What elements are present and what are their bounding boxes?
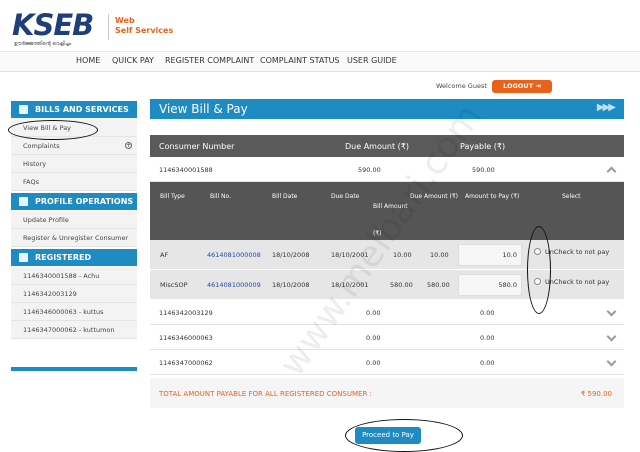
payable-amount: 0.00 <box>480 309 495 317</box>
page-title: View Bill & Pay <box>150 99 624 119</box>
col-bill-no: Bill No. <box>210 193 231 200</box>
expand-icon[interactable] <box>606 356 617 367</box>
scroll-arrows-icon: ▶▶▶ <box>596 102 616 113</box>
complaints-label: Complaints <box>23 142 60 150</box>
payable-amount: 0.00 <box>480 334 495 342</box>
consumer-row[interactable]: 1146342003129 0.00 0.00 <box>150 300 624 325</box>
bill-date: 18/10/2008 <box>272 281 310 289</box>
checkbox-label: UnCheck to not pay <box>545 248 610 256</box>
col-consumer-number: Consumer Number <box>159 142 235 151</box>
nav-complaint-status[interactable]: COMPLAINT STATUS <box>260 56 340 65</box>
product-name: Web Self Services <box>115 16 195 36</box>
total-bar: TOTAL AMOUNT PAYABLE FOR ALL REGISTERED … <box>150 378 624 408</box>
col-bill-type: Bill Type <box>160 193 185 200</box>
logout-icon: ⇥ <box>535 82 541 90</box>
sidebar-item-faqs[interactable]: FAQs <box>11 173 137 191</box>
sidebar-footer-bar <box>11 367 137 371</box>
expand-icon[interactable] <box>606 331 617 342</box>
bill-row: MiscSOP 4614081000009 18/10/2008 18/10/2… <box>150 270 624 300</box>
consumer-row[interactable]: 1146347000062 0.00 0.00 <box>150 350 624 375</box>
sidebar-header-bills: BILLS AND SERVICES <box>11 101 137 118</box>
amount-to-pay-input[interactable]: 580.0 <box>458 274 522 296</box>
bill-type: AF <box>160 251 169 259</box>
product-line1: Web <box>115 16 135 25</box>
annotation-oval <box>527 226 551 314</box>
col-bill-date: Bill Date <box>272 193 298 200</box>
bill-number-link[interactable]: 4614081000008 <box>207 251 261 259</box>
col-amount-to-pay: Amount to Pay (₹) <box>465 193 520 200</box>
due-amount: 590.00 <box>358 166 381 174</box>
profile-icon <box>19 197 28 206</box>
due-amount: 0.00 <box>366 334 381 342</box>
expand-icon[interactable] <box>606 306 617 317</box>
total-label: TOTAL AMOUNT PAYABLE FOR ALL REGISTERED … <box>159 390 372 398</box>
bill-date: 18/10/2008 <box>272 251 310 259</box>
consumer-row[interactable]: 1146340001588 590.00 590.00 <box>150 157 624 182</box>
sidebar-header-consumers: REGISTERED CONSUMERS <box>11 249 137 279</box>
logout-label: LOGOUT <box>503 82 534 90</box>
col-select: Select <box>562 193 581 200</box>
bill-number-link[interactable]: 4614081000009 <box>207 281 261 289</box>
payable-amount: 0.00 <box>480 359 495 367</box>
bills-header-label: BILLS AND SERVICES <box>35 105 129 114</box>
payable-amount: 590.00 <box>472 166 495 174</box>
col-due-amount: Due Amount (₹) <box>345 142 410 151</box>
site-header <box>0 0 640 52</box>
welcome-text: Welcome Guest <box>436 82 487 90</box>
sidebar-consumer-3[interactable]: 1146346000063 - kuttus <box>11 303 137 321</box>
bill-amount: 580.00 <box>390 281 413 289</box>
total-value: ₹ 590.00 <box>580 390 612 398</box>
sidebar-item-complaints[interactable]: Complaints + <box>11 137 137 155</box>
profile-header-label: PROFILE OPERATIONS <box>35 197 134 206</box>
consumer-table-header: Consumer Number Due Amount (₹) Payable (… <box>150 135 624 157</box>
checkbox-label: UnCheck to not pay <box>545 278 610 286</box>
kseb-logo[interactable]: KSEB <box>12 8 94 42</box>
nav-quick-pay[interactable]: QUICK PAY <box>112 56 154 65</box>
users-icon <box>19 253 28 262</box>
sidebar-consumer-2[interactable]: 1146342003129 <box>11 285 137 303</box>
due-amount: 0.00 <box>366 309 381 317</box>
consumer-number: 1146342003129 <box>159 309 213 317</box>
bills-icon <box>19 105 28 114</box>
consumer-number: 1146347000062 <box>159 359 213 367</box>
expand-icon[interactable]: + <box>125 142 132 149</box>
bill-type: MiscSOP <box>160 281 188 289</box>
consumer-number: 1146340001588 <box>159 166 213 174</box>
nav-register-complaint[interactable]: REGISTER COMPLAINT <box>165 56 254 65</box>
logo-tagline: ഊർജ്ജത്തിന്റെ വെളിച്ചം <box>14 41 72 47</box>
nav-home[interactable]: HOME <box>76 56 100 65</box>
due-amount: 0.00 <box>366 359 381 367</box>
sidebar-consumer-4[interactable]: 1146347000062 - kuttumon <box>11 321 137 339</box>
consumer-row[interactable]: 1146346000063 0.00 0.00 <box>150 325 624 350</box>
logo-divider <box>108 14 109 40</box>
sidebar-header-profile: PROFILE OPERATIONS <box>11 193 137 210</box>
annotation-oval <box>345 419 463 452</box>
sidebar-item-register-consumer[interactable]: Register & Unregister Consumer <box>11 229 137 247</box>
logout-button[interactable]: LOGOUT ⇥ <box>492 80 552 93</box>
product-line2: Self Services <box>115 26 174 35</box>
bill-due-amount: 10.00 <box>430 251 449 259</box>
bill-due-amount: 580.00 <box>427 281 450 289</box>
nav-user-guide[interactable]: USER GUIDE <box>347 56 397 65</box>
amount-to-pay-input[interactable]: 10.0 <box>458 244 522 266</box>
consumer-number: 1146346000063 <box>159 334 213 342</box>
sidebar-item-update-profile[interactable]: Update Profile <box>11 211 137 229</box>
annotation-oval <box>8 120 98 140</box>
sidebar-item-history[interactable]: History <box>11 155 137 173</box>
col-due-date: Due Date <box>331 193 360 200</box>
collapse-icon[interactable] <box>606 166 617 177</box>
sidebar-consumer-1[interactable]: 1146340001588 - Achu <box>11 267 137 285</box>
